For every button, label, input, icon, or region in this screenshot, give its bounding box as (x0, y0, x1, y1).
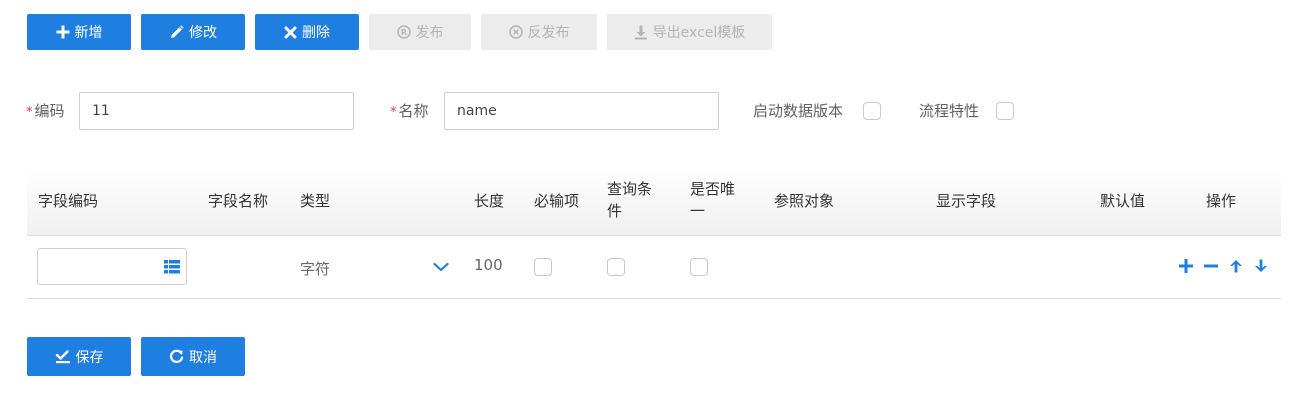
table-row: 字符 100 (27, 236, 1281, 299)
export-template-button[interactable]: 导出excel模板 (607, 14, 772, 50)
code-label: * 编码 (26, 102, 65, 120)
header-ref-object: 参照对象 (774, 192, 835, 210)
arrow-down-icon[interactable] (1254, 258, 1268, 277)
plus-icon (56, 25, 70, 39)
unpublish-button-label: 反发布 (527, 25, 570, 41)
x-icon (284, 26, 297, 39)
header-required: 必输项 (534, 192, 580, 210)
enable-version-checkbox[interactable] (863, 102, 881, 120)
unpublish-button[interactable]: 反发布 (481, 14, 597, 50)
process-checkbox[interactable] (996, 102, 1014, 120)
table-header: 字段编码 字段名称 类型 长度 必输项 查询条件 是否唯一 参照对象 显示字段 … (27, 168, 1281, 236)
svg-text:R: R (400, 28, 406, 37)
pencil-icon (169, 24, 184, 40)
registered-circle-icon: R (396, 25, 411, 39)
header-length: 长度 (474, 192, 505, 210)
enable-version-label: 启动数据版本 (753, 102, 844, 120)
list-icon[interactable] (164, 259, 180, 278)
code-input[interactable]: 11 (79, 92, 354, 130)
type-select[interactable]: 字符 (289, 248, 449, 286)
row-actions (1179, 258, 1268, 277)
required-mark: * (390, 105, 397, 120)
header-query-condition: 查询条件 (607, 180, 653, 220)
refresh-icon (169, 349, 184, 364)
check-save-icon (55, 349, 71, 364)
header-field-code: 字段编码 (38, 192, 99, 210)
delete-button[interactable]: 删除 (255, 14, 359, 50)
length-cell: 100 (474, 256, 503, 274)
header-unique: 是否唯一 (690, 180, 736, 220)
download-icon (634, 25, 648, 40)
add-button[interactable]: 新增 (27, 14, 131, 50)
process-label: 流程特性 (919, 102, 980, 120)
fields-table: 字段编码 字段名称 类型 长度 必输项 查询条件 是否唯一 参照对象 显示字段 … (27, 168, 1281, 299)
minus-icon[interactable] (1204, 258, 1218, 277)
save-button[interactable]: 保存 (27, 337, 131, 376)
header-field-name: 字段名称 (208, 192, 269, 210)
x-circle-icon (508, 25, 523, 39)
cancel-button-label: 取消 (189, 349, 217, 366)
arrow-up-icon[interactable] (1229, 258, 1243, 277)
edit-button-label: 修改 (189, 25, 217, 41)
header-actions: 操作 (1206, 192, 1237, 210)
export-template-button-label: 导出excel模板 (652, 25, 746, 41)
form-row: * 编码 11 * 名称 name 启动数据版本 流程特性 (0, 92, 1290, 130)
required-mark: * (26, 105, 33, 120)
publish-button[interactable]: R 发布 (369, 14, 471, 50)
field-code-input[interactable] (37, 248, 187, 285)
footer-actions: 保存 取消 (27, 337, 245, 376)
header-default-value: 默认值 (1100, 192, 1146, 210)
chevron-down-icon (433, 258, 449, 277)
plus-icon[interactable] (1179, 258, 1193, 277)
save-button-label: 保存 (75, 349, 104, 366)
cancel-button[interactable]: 取消 (141, 337, 245, 376)
delete-button-label: 删除 (302, 25, 330, 41)
header-display-field: 显示字段 (936, 192, 997, 210)
add-button-label: 新增 (74, 25, 103, 41)
header-type: 类型 (300, 192, 331, 210)
publish-button-label: 发布 (415, 25, 444, 41)
toolbar: 新增 修改 删除 R 发布 反发布 导出excel模板 (27, 14, 772, 50)
query-condition-checkbox[interactable] (607, 258, 625, 276)
name-input[interactable]: name (444, 92, 719, 130)
edit-button[interactable]: 修改 (141, 14, 245, 50)
name-label: * 名称 (390, 102, 429, 120)
unique-checkbox[interactable] (690, 258, 708, 276)
required-checkbox[interactable] (534, 258, 552, 276)
